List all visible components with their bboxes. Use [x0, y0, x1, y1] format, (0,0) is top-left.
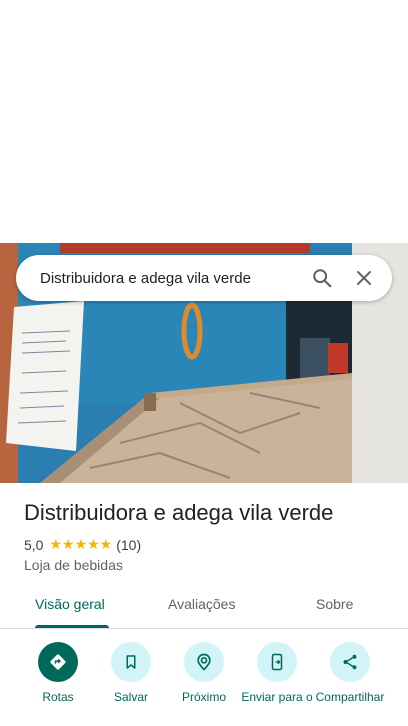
tab-about[interactable]: Sobre — [316, 596, 353, 612]
save-label: Salvar — [113, 690, 148, 704]
close-icon[interactable] — [346, 260, 382, 296]
bookmark-icon — [111, 642, 151, 682]
tab-active-indicator — [35, 625, 109, 628]
tab-bar: Visão geral Avaliações Sobre — [0, 588, 408, 629]
nearby-icon — [184, 642, 224, 682]
send-to-phone-icon — [257, 642, 297, 682]
directions-button[interactable]: Rotas — [20, 640, 96, 704]
send-to-phone-button[interactable]: Enviar para o — [239, 640, 315, 704]
review-count: (10) — [116, 536, 142, 553]
save-button[interactable]: Salvar — [93, 640, 169, 704]
nearby-label: Próximo — [181, 690, 226, 704]
send-to-phone-label: Enviar para o — [241, 690, 313, 704]
place-title: Distribuidora e adega vila verde — [24, 500, 334, 525]
directions-icon — [38, 642, 78, 682]
rating-row[interactable]: 5,0 ★★★★★ (10) — [24, 536, 141, 553]
directions-label: Rotas — [42, 690, 74, 704]
rating-stars: ★★★★★ — [49, 536, 113, 552]
place-category: Loja de bebidas — [24, 557, 123, 573]
action-bar: Rotas Salvar Próximo Enviar para o Compa… — [0, 640, 408, 726]
rating-value: 5,0 — [24, 536, 44, 553]
tab-overview[interactable]: Visão geral — [35, 596, 105, 612]
search-bar[interactable]: Distribuidora e adega vila verde — [16, 255, 392, 301]
share-label: Compartilhar — [315, 690, 385, 704]
tab-reviews[interactable]: Avaliações — [168, 596, 235, 612]
nearby-button[interactable]: Próximo — [166, 640, 242, 704]
search-input[interactable]: Distribuidora e adega vila verde — [40, 270, 304, 287]
search-icon[interactable] — [304, 260, 340, 296]
share-button[interactable]: Compartilhar — [312, 640, 388, 704]
share-icon — [330, 642, 370, 682]
